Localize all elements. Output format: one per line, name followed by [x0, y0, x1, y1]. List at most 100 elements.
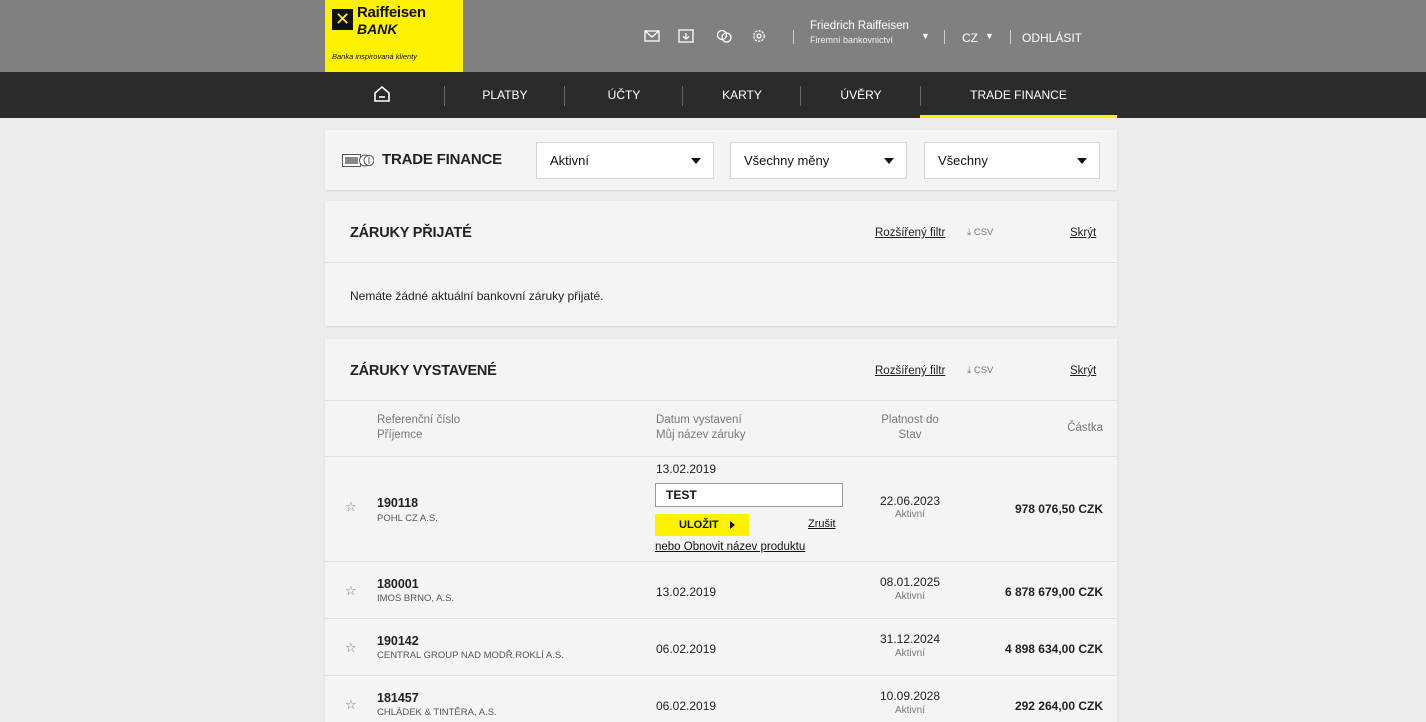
row-state: Aktivní — [894, 591, 925, 602]
status-select[interactable]: Aktivní — [536, 142, 714, 179]
column-header-ref-label: Referenční číslo — [377, 414, 461, 426]
row-recipient: IMOS BRNO, A.S. — [377, 593, 455, 604]
row-ref: 180001 — [377, 577, 419, 591]
hide-link[interactable]: Skrýt — [1070, 227, 1096, 239]
user-role: Firemní bankovnictví — [810, 35, 894, 45]
cancel-link[interactable]: Zrušit — [808, 518, 836, 530]
bank-logo[interactable]: ✕ Raiffeisen BANK Banka inspirovaná klie… — [325, 0, 463, 72]
trade-finance-filter-bar: TRADE FINANCE Aktivní Všechny měny Všech… — [325, 130, 1117, 190]
issued-guarantees-panel: ZÁRUKY VYSTAVENÉ Rozšířený filtr ⤓ CSV S… — [325, 339, 1117, 722]
logo-slogan: Banka inspirovaná klienty — [332, 52, 418, 61]
nav-divider — [682, 86, 683, 106]
nav-item-karty[interactable]: KARTY — [684, 72, 800, 118]
column-header-valid[interactable]: Platnost do Stav — [860, 413, 960, 443]
row-ref: 181457 — [377, 691, 419, 705]
divider — [793, 30, 794, 44]
nav-item-ucty[interactable]: ÚČTY — [566, 72, 682, 118]
trade-finance-icon — [342, 154, 374, 167]
panel-header: ZÁRUKY PŘIJATÉ Rozšířený filtr ⤓ CSV Skr… — [325, 201, 1117, 263]
column-header-valid-label: Platnost do — [881, 414, 939, 426]
column-header-name-label: Můj název záruky — [656, 429, 746, 441]
row-ref: 190118 — [377, 496, 419, 510]
table-row[interactable]: ☆ 190118 POHL CZ A.S. 13.02.2019 ULOŽIT … — [325, 456, 1117, 561]
advanced-filter-link[interactable]: Rozšířený filtr — [875, 227, 945, 239]
table-row[interactable]: ☆ 190142 CENTRAL GROUP NAD MODŘ.ROKLÍ A.… — [325, 618, 1117, 675]
row-recipient: CENTRAL GROUP NAD MODŘ.ROKLÍ A.S. — [377, 650, 564, 661]
panel-title: ZÁRUKY PŘIJATÉ — [350, 225, 472, 241]
column-header-ref[interactable]: Referenční číslo Příjemce — [377, 413, 460, 443]
divider — [944, 30, 945, 44]
status-select-value: Aktivní — [550, 153, 590, 168]
row-amount: 4 898 634,00 CZK — [1004, 642, 1103, 656]
star-icon[interactable]: ☆ — [345, 697, 357, 713]
csv-export-link[interactable]: ⤓ CSV — [967, 365, 993, 376]
row-ref: 190142 — [377, 634, 419, 648]
row-state: Aktivní — [894, 705, 925, 716]
csv-export-link[interactable]: ⤓ CSV — [967, 227, 993, 238]
chevron-down-icon — [1077, 158, 1087, 164]
row-recipient: CHLÁDEK & TINTĚRA, A.S. — [377, 707, 497, 718]
star-icon[interactable]: ☆ — [345, 499, 357, 515]
nav-divider — [444, 86, 445, 106]
table-row[interactable]: ☆ 181457 CHLÁDEK & TINTĚRA, A.S. 06.02.2… — [325, 675, 1117, 722]
star-icon[interactable]: ☆ — [345, 583, 357, 599]
column-header-recipient-label: Příjemce — [377, 429, 423, 441]
column-header-amount[interactable]: Částka — [1067, 421, 1103, 436]
home-icon[interactable] — [373, 85, 391, 103]
advanced-filter-link[interactable]: Rozšířený filtr — [875, 365, 945, 377]
row-amount: 292 264,00 CZK — [1014, 699, 1103, 713]
currency-select-value: Všechny měny — [744, 153, 830, 168]
main-nav: PLATBY ÚČTY KARTY ÚVĚRY TRADE FINANCE — [0, 72, 1426, 118]
user-name: Friedrich Raiffeisen — [810, 20, 909, 32]
chevron-down-icon[interactable]: ▼ — [921, 31, 930, 41]
row-recipient: POHL CZ A.S. — [377, 513, 438, 524]
nav-item-platby[interactable]: PLATBY — [446, 72, 564, 118]
nav-item-uvery[interactable]: ÚVĚRY — [802, 72, 920, 118]
star-icon[interactable]: ☆ — [345, 640, 357, 656]
row-valid-until: 08.01.2025 — [879, 575, 941, 589]
nav-item-trade-finance[interactable]: TRADE FINANCE — [920, 72, 1117, 118]
download-icon[interactable] — [678, 29, 694, 43]
panel-title: ZÁRUKY VYSTAVENÉ — [350, 363, 497, 379]
chevron-down-icon — [691, 158, 701, 164]
guarantee-name-input[interactable] — [655, 483, 843, 507]
currency-select[interactable]: Všechny měny — [730, 142, 907, 179]
logo-name-line2: BANK — [357, 21, 398, 37]
filter-title: TRADE FINANCE — [382, 151, 502, 168]
row-issue-date: 06.02.2019 — [656, 642, 717, 656]
column-header-date[interactable]: Datum vystavení Můj název záruky — [656, 413, 745, 443]
language-selector[interactable]: CZ — [962, 31, 978, 45]
nav-divider — [564, 86, 565, 106]
column-header-state-label: Stav — [898, 429, 922, 441]
chevron-down-icon[interactable]: ▼ — [985, 31, 994, 41]
exchange-icon[interactable] — [716, 29, 732, 43]
row-issue-date: 06.02.2019 — [656, 699, 717, 713]
logo-mark-icon: ✕ — [332, 9, 353, 30]
chevron-down-icon — [884, 158, 894, 164]
save-button[interactable]: ULOŽIT — [655, 514, 749, 536]
type-select-value: Všechny — [938, 153, 988, 168]
row-valid-until: 22.06.2023 — [879, 494, 941, 508]
settings-icon[interactable] — [751, 29, 767, 43]
restore-name-link[interactable]: nebo Obnovit název produktu — [655, 541, 805, 553]
hide-link[interactable]: Skrýt — [1070, 365, 1096, 377]
row-issue-date: 13.02.2019 — [656, 462, 717, 476]
user-menu[interactable]: Friedrich Raiffeisen Firemní bankovnictv… — [810, 20, 909, 45]
save-button-label: ULOŽIT — [679, 519, 719, 531]
row-issue-date: 13.02.2019 — [656, 585, 717, 599]
row-amount: 978 076,50 CZK — [1014, 502, 1103, 516]
arrow-right-icon — [730, 521, 735, 529]
column-header-date-label: Datum vystavení — [656, 414, 742, 426]
mail-icon[interactable] — [644, 29, 660, 43]
row-valid-until: 10.09.2028 — [879, 689, 941, 703]
panel-header: ZÁRUKY VYSTAVENÉ Rozšířený filtr ⤓ CSV S… — [325, 339, 1117, 401]
received-guarantees-panel: ZÁRUKY PŘIJATÉ Rozšířený filtr ⤓ CSV Skr… — [325, 201, 1117, 326]
nav-divider — [800, 86, 801, 106]
type-select[interactable]: Všechny — [924, 142, 1100, 179]
row-valid-until: 31.12.2024 — [879, 632, 941, 646]
logo-name-line1: Raiffeisen — [357, 4, 426, 21]
row-state: Aktivní — [894, 648, 925, 659]
divider — [1010, 30, 1011, 44]
logout-link[interactable]: ODHLÁSIT — [1022, 31, 1082, 45]
table-row[interactable]: ☆ 180001 IMOS BRNO, A.S. 13.02.2019 08.0… — [325, 561, 1117, 618]
